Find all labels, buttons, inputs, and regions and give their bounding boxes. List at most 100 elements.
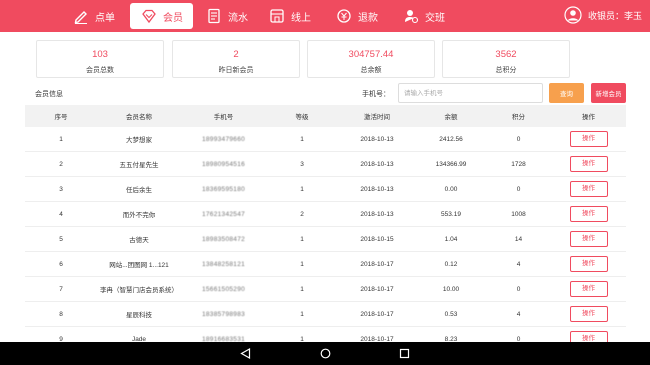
cell-phone-text: 15661505290 — [201, 285, 246, 293]
cell-member-name: 古德天 — [97, 234, 181, 244]
cell-phone-text: 18385798983 — [201, 310, 246, 318]
cell-activated-at-text: 2018-10-15 — [360, 235, 394, 243]
cell-index-text: 6 — [59, 260, 63, 268]
cell-activated-at-text: 2018-10-13 — [360, 160, 394, 168]
cell-activated-at: 2018-10-17 — [338, 261, 416, 268]
cell-balance: 0.12 — [416, 261, 486, 268]
query-button[interactable]: 查询 — [549, 83, 584, 103]
nav-item-member[interactable]: 会员 — [130, 3, 193, 29]
row-action-button[interactable]: 操作 — [569, 231, 608, 247]
col-header: 操作 — [582, 114, 595, 121]
col-header: 会员名称 — [126, 114, 152, 121]
cell-index-text: 8 — [59, 310, 63, 318]
cell-member-name-text: 任后余生 — [126, 187, 152, 194]
cell-activated-at-text: 2018-10-13 — [360, 210, 394, 218]
cashier-user[interactable]: 收银员：李玉 — [564, 6, 642, 24]
cell-member-name-text: 星辰科技 — [126, 312, 152, 319]
nav-item-ledger[interactable]: 流水 — [205, 3, 248, 29]
top-nav-bar: 点单 会员 流水 线上 退款 交班 收银员：李玉 — [0, 0, 650, 32]
avatar-icon — [564, 6, 582, 24]
cell-member-name-text: 大梦想家 — [126, 137, 152, 144]
stat-new-members: 2 昨日新会员 — [172, 40, 300, 78]
row-action-button[interactable]: 操作 — [569, 156, 608, 172]
cell-points-text: 1728 — [511, 160, 526, 168]
cell-member-name: 大梦想家 — [97, 134, 181, 144]
cell-level-text: 1 — [300, 135, 304, 143]
cell-points: 0 — [486, 186, 551, 193]
cell-balance-text: 0.53 — [444, 310, 458, 318]
phone-search-input[interactable] — [398, 83, 543, 103]
cell-phone-text: 18993479660 — [201, 135, 246, 143]
nav-item-refund[interactable]: 退款 — [335, 3, 378, 29]
cell-activated-at-text: 2018-10-17 — [360, 310, 394, 318]
cell-action: 操作 — [551, 156, 626, 172]
cell-level-text: 1 — [300, 260, 304, 268]
cell-balance: 0.00 — [416, 186, 486, 193]
row-action-button[interactable]: 操作 — [569, 306, 608, 322]
row-action-button[interactable]: 操作 — [569, 281, 608, 297]
col-header: 余额 — [444, 114, 458, 121]
cell-balance-text: 0.12 — [444, 260, 458, 268]
cell-index: 8 — [25, 311, 97, 318]
stat-total-balance: 304757.44 总余额 — [307, 40, 435, 78]
cell-index: 7 — [25, 286, 97, 293]
cell-phone: 18385798983 — [181, 311, 266, 318]
pen-icon — [72, 7, 90, 25]
table-row: 3 任后余生 18369595180 1 2018-10-13 0.00 0 操作 — [25, 177, 626, 202]
cell-phone-text: 13848258121 — [201, 260, 246, 268]
row-action-button[interactable]: 操作 — [569, 256, 608, 272]
cell-phone: 15661505290 — [181, 286, 266, 293]
table-row: 1 大梦想家 18993479660 1 2018-10-13 2412.56 0 操作 — [25, 127, 626, 152]
table-row: 2 五五付星先生 18980954516 3 2018-10-13 134366.99 17… — [25, 152, 626, 177]
nav-item-order[interactable]: 点单 — [72, 3, 115, 29]
shop-icon — [268, 7, 286, 25]
nav-item-label: 交班 — [425, 12, 445, 24]
nav-item-handover[interactable]: 交班 — [402, 3, 445, 29]
cell-member-name-text: 网站...团图网 1...121 — [109, 262, 169, 269]
cell-activated-at: 2018-10-17 — [338, 311, 416, 318]
diamond-icon — [140, 7, 158, 25]
member-table: 序号 会员名称 手机号 等级 激活时间 余额 积分 操作 1 大梦想家 189934… — [25, 105, 626, 352]
row-action-button[interactable]: 操作 — [569, 206, 608, 222]
cell-balance-text: 10.00 — [442, 285, 460, 293]
cell-balance: 553.19 — [416, 211, 486, 218]
cell-balance: 134366.99 — [416, 161, 486, 168]
cell-points: 4 — [486, 311, 551, 318]
cell-member-name-text: 而外不完你 — [122, 212, 156, 219]
cell-member-name-text: 古德天 — [129, 237, 149, 244]
cell-activated-at-text: 2018-10-13 — [360, 135, 394, 143]
cell-activated-at-text: 2018-10-13 — [360, 185, 394, 193]
cell-level-text: 3 — [300, 160, 304, 168]
cell-points-text: 0 — [516, 135, 521, 143]
stat-value: 3562 — [495, 49, 517, 60]
stat-label: 总积分 — [495, 67, 517, 74]
home-icon[interactable] — [320, 348, 331, 359]
cell-member-name-text: 五五付星先生 — [119, 162, 159, 169]
cell-points: 0 — [486, 136, 551, 143]
cell-member-name: 五五付星先生 — [97, 159, 181, 169]
back-icon[interactable] — [240, 348, 251, 359]
nav-item-online[interactable]: 线上 — [268, 3, 311, 29]
cell-phone-text: 17621342547 — [201, 210, 246, 218]
recents-icon[interactable] — [399, 348, 410, 359]
cell-index: 2 — [25, 161, 97, 168]
cell-level-text: 1 — [300, 310, 304, 318]
nav-item-label: 流水 — [228, 12, 248, 24]
add-member-button[interactable]: 新增会员 — [591, 83, 626, 103]
cell-balance-text: 1.04 — [444, 235, 458, 243]
cell-level-text: 1 — [300, 235, 304, 243]
cell-phone: 13848258121 — [181, 261, 266, 268]
cell-level-text: 1 — [300, 285, 304, 293]
ledger-icon — [205, 7, 223, 25]
row-action-button[interactable]: 操作 — [569, 181, 608, 197]
cell-index: 6 — [25, 261, 97, 268]
row-action-button[interactable]: 操作 — [569, 131, 608, 147]
cell-action: 操作 — [551, 181, 626, 197]
table-body: 1 大梦想家 18993479660 1 2018-10-13 2412.56 0 操作 2 五五… — [25, 127, 626, 352]
handover-icon — [402, 7, 420, 25]
table-row: 8 星辰科技 18385798983 1 2018-10-17 0.53 4 操作 — [25, 302, 626, 327]
cell-points: 1728 — [486, 161, 551, 168]
cell-member-name: 网站...团图网 1...121 — [97, 259, 181, 269]
nav-item-label: 退款 — [358, 12, 378, 24]
cell-phone: 18369595180 — [181, 186, 266, 193]
